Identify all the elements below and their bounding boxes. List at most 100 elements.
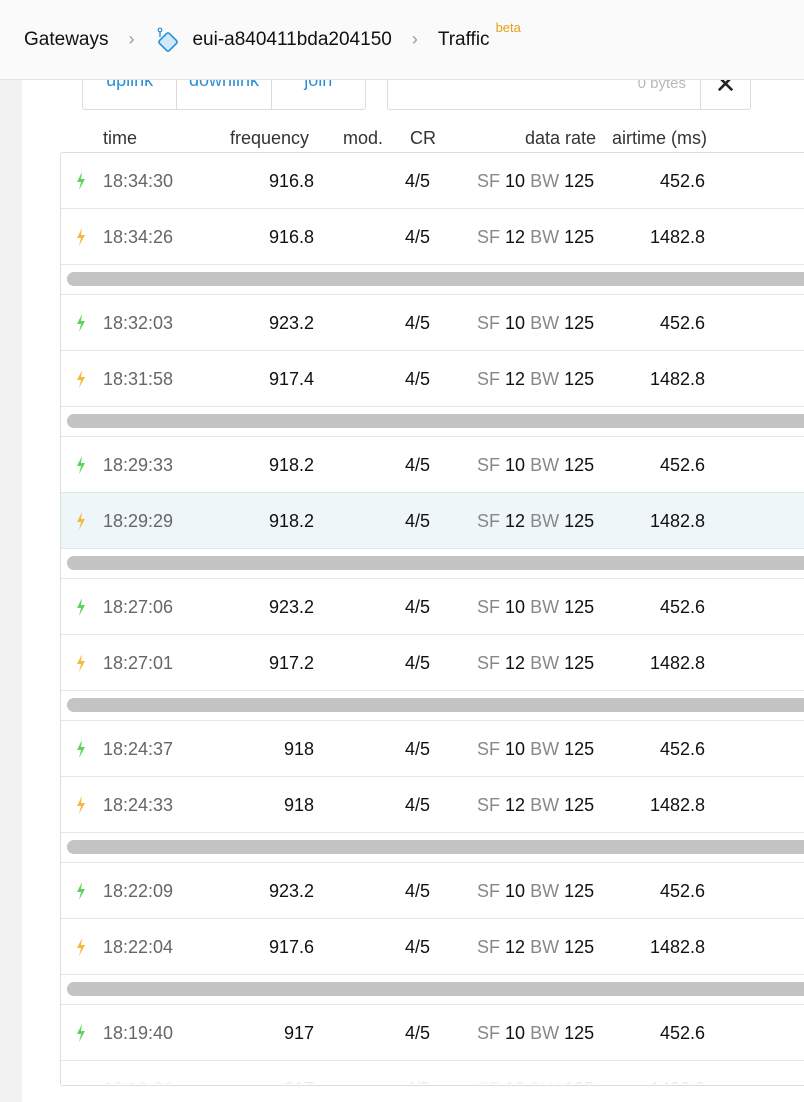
breadcrumb-gateways[interactable]: Gateways (24, 29, 108, 51)
data-rate-cell: SF 10 BW 125 (477, 313, 594, 334)
data-rate-cell: SF 12 BW 125 (477, 227, 594, 248)
sf-label: SF (477, 795, 501, 815)
table-row[interactable]: 18:34:26 916.8 4/5 SF 12 BW 125 1482.8 (61, 209, 804, 265)
chevron-right-icon: › (411, 29, 418, 49)
data-rate-cell: SF 12 BW 125 (477, 795, 594, 816)
table-row[interactable]: 18:24:33 918 4/5 SF 12 BW 125 1482.8 (61, 777, 804, 833)
sf-label: SF (477, 1023, 501, 1043)
data-rate-cell: SF 12 BW 125 (477, 511, 594, 532)
sf-value: 12 (505, 937, 526, 957)
coding-rate-cell: 4/5 (405, 313, 431, 333)
frequency-cell: 917.2 (268, 653, 314, 673)
sf-value: 12 (505, 369, 526, 389)
table-row[interactable]: 18:27:06 923.2 4/5 SF 10 BW 125 452.6 (61, 579, 804, 635)
bw-value: 125 (564, 455, 595, 475)
airtime-cell: 452.6 (659, 313, 705, 333)
group-divider (61, 975, 804, 1005)
bw-label: BW (530, 795, 560, 815)
packet-bar (67, 982, 804, 996)
traffic-table: 18:34:30 916.8 4/5 SF 10 BW 125 452.6 18:34:2… (60, 152, 804, 1086)
sf-value: 10 (505, 739, 526, 759)
bw-value: 125 (564, 313, 595, 333)
data-rate-cell: SF 12 BW 125 (477, 653, 594, 674)
time-cell: 18:29:33 (103, 455, 174, 475)
packet-bar (67, 414, 804, 428)
coding-rate-cell: 4/5 (405, 795, 431, 815)
frequency-cell: 916.8 (268, 171, 314, 191)
coding-rate-cell: 4/5 (405, 227, 431, 247)
frequency-cell: 918.2 (268, 511, 314, 531)
table-row[interactable]: 18:27:01 917.2 4/5 SF 12 BW 125 1482.8 (61, 635, 804, 691)
table-row[interactable]: 18:22:04 917.6 4/5 SF 12 BW 125 1482.8 (61, 919, 804, 975)
coding-rate-cell: 4/5 (405, 369, 431, 389)
airtime-cell: 452.6 (659, 739, 705, 759)
coding-rate-cell: 4/5 (405, 653, 431, 673)
column-data-rate[interactable]: data rate (525, 128, 596, 149)
time-cell: 18:24:37 (103, 739, 174, 759)
bw-value: 125 (564, 227, 595, 247)
table-row[interactable]: 18:31:58 917.4 4/5 SF 12 BW 125 1482.8 (61, 351, 804, 407)
lightning-icon (77, 882, 85, 900)
table-row[interactable]: 18:22:09 923.2 4/5 SF 10 BW 125 452.6 (61, 863, 804, 919)
lightning-icon (77, 228, 85, 246)
table-row[interactable]: 18:32:03 923.2 4/5 SF 10 BW 125 452.6 (61, 295, 804, 351)
table-row[interactable]: 18:34:30 916.8 4/5 SF 10 BW 125 452.6 (61, 153, 804, 209)
gateway-icon (158, 27, 179, 52)
bw-value: 125 (564, 795, 595, 815)
time-cell: 18:22:09 (103, 881, 174, 901)
data-rate-cell: SF 12 BW 125 (477, 369, 594, 390)
lightning-icon (77, 512, 85, 530)
bw-value: 125 (564, 937, 595, 957)
data-rate-cell: SF 10 BW 125 (477, 597, 594, 618)
table-row[interactable]: 18:29:29 918.2 4/5 SF 12 BW 125 1482.8 (61, 493, 804, 549)
packet-bar (67, 272, 804, 286)
coding-rate-cell: 4/5 (405, 171, 431, 191)
packet-bar (67, 840, 804, 854)
sf-value: 12 (505, 795, 526, 815)
column-frequency[interactable]: frequency (230, 128, 309, 149)
sf-label: SF (477, 937, 501, 957)
beta-badge: beta (495, 20, 521, 35)
breadcrumb-gateway-id[interactable]: eui-a840411bda204150 (192, 29, 391, 51)
sf-label: SF (477, 455, 501, 475)
sf-value: 10 (505, 1023, 526, 1043)
group-divider (61, 265, 804, 295)
coding-rate-cell: 4/5 (405, 937, 431, 957)
sf-value: 12 (505, 227, 526, 247)
sf-label: SF (477, 653, 501, 673)
bw-label: BW (530, 511, 560, 531)
sf-label: SF (477, 171, 501, 191)
lightning-icon (77, 456, 85, 474)
table-header: time frequency mod. CR data rate airtime… (0, 128, 804, 154)
column-airtime[interactable]: airtime (ms) (612, 128, 707, 149)
column-time[interactable]: time (103, 128, 137, 149)
column-cr[interactable]: CR (410, 128, 436, 149)
sf-label: SF (477, 227, 501, 247)
frequency-cell: 917.4 (268, 369, 314, 389)
sf-label: SF (477, 881, 501, 901)
frequency-cell: 923.2 (268, 597, 314, 617)
column-modulation[interactable]: mod. (343, 128, 383, 149)
table-row[interactable]: 18:19:40 917 4/5 SF 10 BW 125 452.6 (61, 1005, 804, 1061)
table-row[interactable]: 18:24:37 918 4/5 SF 10 BW 125 452.6 (61, 721, 804, 777)
group-divider (61, 691, 804, 721)
lightning-icon (77, 938, 85, 956)
group-divider (61, 833, 804, 863)
scroll-fade (61, 1059, 804, 1085)
time-cell: 18:27:06 (103, 597, 174, 617)
airtime-cell: 452.6 (659, 455, 705, 475)
sf-value: 10 (505, 171, 526, 191)
airtime-cell: 452.6 (659, 881, 705, 901)
table-row[interactable]: 18:29:33 918.2 4/5 SF 10 BW 125 452.6 (61, 437, 804, 493)
data-rate-cell: SF 10 BW 125 (477, 455, 594, 476)
group-divider (61, 549, 804, 579)
lightning-icon (77, 1024, 85, 1042)
lightning-icon (77, 654, 85, 672)
airtime-cell: 1482.8 (649, 511, 705, 531)
sf-value: 12 (505, 511, 526, 531)
frequency-cell: 923.2 (268, 313, 314, 333)
airtime-cell: 1482.8 (649, 653, 705, 673)
time-cell: 18:34:30 (103, 171, 174, 191)
coding-rate-cell: 4/5 (405, 1023, 431, 1043)
chevron-right-icon: › (128, 29, 135, 49)
